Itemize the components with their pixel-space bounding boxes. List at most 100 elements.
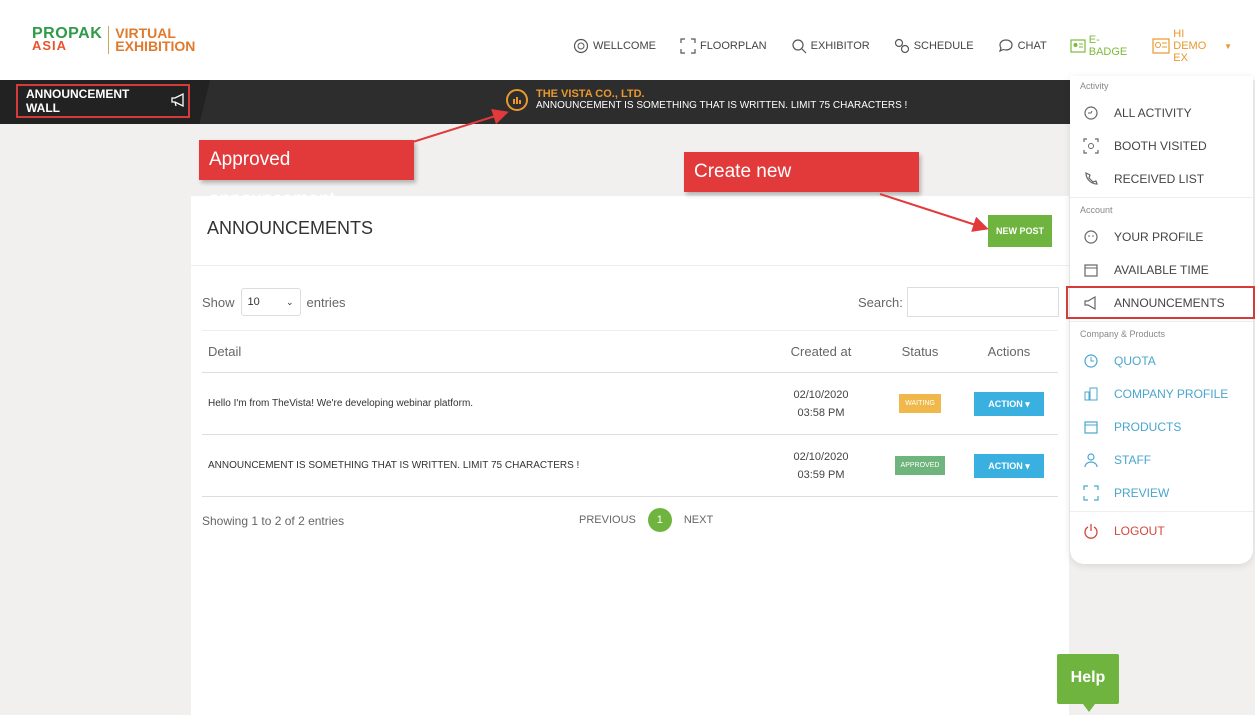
nav-label: CHAT <box>1017 40 1047 52</box>
row-date: 02/10/2020 <box>793 450 849 463</box>
action-label: ACTION <box>988 460 1023 471</box>
menu-label: PREVIEW <box>1114 485 1170 500</box>
menu-section-account: Account <box>1080 205 1113 215</box>
menu-item-your-profile[interactable]: YOUR PROFILE <box>1070 220 1253 253</box>
activity-icon <box>1082 104 1100 122</box>
search-label: Search: <box>858 294 903 310</box>
menu-item-logout[interactable]: LOGOUT <box>1070 514 1253 547</box>
row-status: APPROVED <box>880 434 960 497</box>
menu-item-quota[interactable]: QUOTA <box>1070 344 1253 377</box>
calendar-icon <box>1082 261 1100 279</box>
megaphone-icon <box>170 92 188 111</box>
callout-create: Create new announcement <box>684 152 919 222</box>
menu-label: RECEIVED LIST <box>1114 171 1205 186</box>
status-badge: WAITING <box>899 394 941 413</box>
menu-item-announcements[interactable]: ANNOUNCEMENTS <box>1066 286 1255 319</box>
nav-label: FLOORPLAN <box>699 40 767 52</box>
logo-subtitle: VIRTUAL EXHIBITION <box>115 26 196 54</box>
menu-item-products[interactable]: PRODUCTS <box>1070 410 1253 443</box>
menu-label: QUOTA <box>1114 353 1156 368</box>
column-status[interactable]: Status <box>880 330 960 373</box>
menu-label: BOOTH VISITED <box>1114 138 1207 153</box>
new-post-button[interactable]: NEW POST <box>988 215 1052 247</box>
announcement-ticker[interactable]: THE VISTA CO., LTD. ANNOUNCEMENT IS SOME… <box>506 88 907 112</box>
badge-icon <box>1070 37 1086 55</box>
nav-chat[interactable]: CHAT <box>997 37 1047 55</box>
action-button[interactable]: ACTION ▾ <box>974 391 1044 416</box>
nav-user-menu[interactable]: HI DEMO EX ▼ <box>1152 28 1232 64</box>
menu-item-available-time[interactable]: AVAILABLE TIME <box>1070 253 1253 286</box>
nav-label: HI DEMO EX <box>1173 28 1207 64</box>
globe-icon <box>572 37 590 55</box>
row-time: 03:58 PM <box>797 406 845 419</box>
announcements-card: ANNOUNCEMENTS NEW POST Show 10 ⌄ entries… <box>191 196 1069 715</box>
menu-label: AVAILABLE TIME <box>1114 262 1209 277</box>
help-button[interactable]: Help <box>1057 654 1119 712</box>
announcement-wall-button[interactable]: ANNOUNCEMENT WALL <box>16 84 190 118</box>
received-icon <box>1082 170 1100 188</box>
nav-floorplan[interactable]: FLOORPLAN <box>679 37 767 55</box>
entries-value: 10 <box>247 296 260 308</box>
logo-exhibition: EXHIBITION <box>115 38 196 54</box>
nav-exhibitor[interactable]: EXHIBITOR <box>790 37 870 55</box>
next-button[interactable]: NEXT <box>684 514 713 526</box>
menu-divider <box>1070 197 1253 198</box>
status-badge: APPROVED <box>894 456 946 475</box>
megaphone-icon <box>1082 294 1100 312</box>
menu-item-all-activity[interactable]: ALL ACTIVITY <box>1070 96 1253 129</box>
previous-button[interactable]: PREVIOUS <box>579 514 636 526</box>
column-actions[interactable]: Actions <box>960 330 1058 373</box>
ticker-company: THE VISTA CO., LTD. <box>536 88 645 100</box>
menu-item-company-profile[interactable]: COMPANY PROFILE <box>1070 377 1253 410</box>
power-icon <box>1082 522 1100 540</box>
row-created: 02/10/2020 03:59 PM <box>762 434 880 497</box>
menu-item-received-list[interactable]: RECEIVED LIST <box>1070 162 1253 195</box>
announcements-table: Detail Created at Status Actions Hello I… <box>202 330 1058 497</box>
table-row: Hello I'm from TheVista! We're developin… <box>202 372 1058 435</box>
caret-down-icon: ▾ <box>1025 398 1030 409</box>
action-button[interactable]: ACTION ▾ <box>974 453 1044 478</box>
chat-icon <box>997 37 1015 55</box>
row-detail: ANNOUNCEMENT IS SOMETHING THAT IS WRITTE… <box>202 434 762 497</box>
menu-item-preview[interactable]: PREVIEW <box>1070 476 1253 509</box>
menu-item-booth-visited[interactable]: BOOTH VISITED <box>1070 129 1253 162</box>
menu-label: ANNOUNCEMENTS <box>1114 295 1225 310</box>
menu-divider <box>1070 321 1253 322</box>
caret-down-icon: ▾ <box>1025 460 1030 471</box>
search-input[interactable] <box>906 287 1059 317</box>
column-detail[interactable]: Detail <box>202 330 762 373</box>
logo-divider <box>108 26 110 54</box>
user-icon <box>1152 37 1170 55</box>
menu-label: LOGOUT <box>1114 523 1165 538</box>
entries-select[interactable]: 10 ⌄ <box>240 288 301 316</box>
page-button-1[interactable]: 1 <box>647 508 672 532</box>
entries-label: entries <box>306 294 346 310</box>
logo[interactable]: PROPAK ASIA VIRTUAL EXHIBITION <box>32 26 195 54</box>
column-created[interactable]: Created at <box>762 330 880 373</box>
floorplan-icon <box>679 37 697 55</box>
announcement-bar: ANNOUNCEMENT WALL THE VISTA CO., LTD. AN… <box>0 80 1080 124</box>
menu-item-staff[interactable]: STAFF <box>1070 443 1253 476</box>
company-logo-icon <box>506 89 528 111</box>
row-created: 02/10/2020 03:58 PM <box>762 372 880 435</box>
action-label: ACTION <box>988 398 1023 409</box>
row-status: WAITING <box>880 372 960 435</box>
ticker-message: ANNOUNCEMENT IS SOMETHING THAT IS WRITTE… <box>536 100 908 111</box>
nav-label: EXHIBITOR <box>810 40 870 52</box>
menu-section-company: Company & Products <box>1080 329 1166 339</box>
main-nav: WELLCOME FLOORPLAN EXHIBITOR SCHEDULE CH… <box>572 28 1255 64</box>
menu-label: COMPANY PROFILE <box>1114 386 1229 401</box>
menu-label: PRODUCTS <box>1114 419 1182 434</box>
nav-label: SCHEDULE <box>913 40 974 52</box>
nav-label: WELLCOME <box>593 40 656 52</box>
top-header: PROPAK ASIA VIRTUAL EXHIBITION WELLCOME … <box>0 0 1255 80</box>
ticker-text: THE VISTA CO., LTD. ANNOUNCEMENT IS SOME… <box>536 88 907 112</box>
nav-wellcome[interactable]: WELLCOME <box>572 37 656 55</box>
menu-section-activity: Activity <box>1080 81 1109 91</box>
nav-e-badge[interactable]: E-BADGE <box>1070 34 1130 58</box>
nav-schedule[interactable]: SCHEDULE <box>893 37 974 55</box>
entries-control: Show 10 ⌄ entries <box>202 288 346 316</box>
profile-icon <box>1082 228 1100 246</box>
menu-label: YOUR PROFILE <box>1114 229 1204 244</box>
products-icon <box>1082 418 1100 436</box>
